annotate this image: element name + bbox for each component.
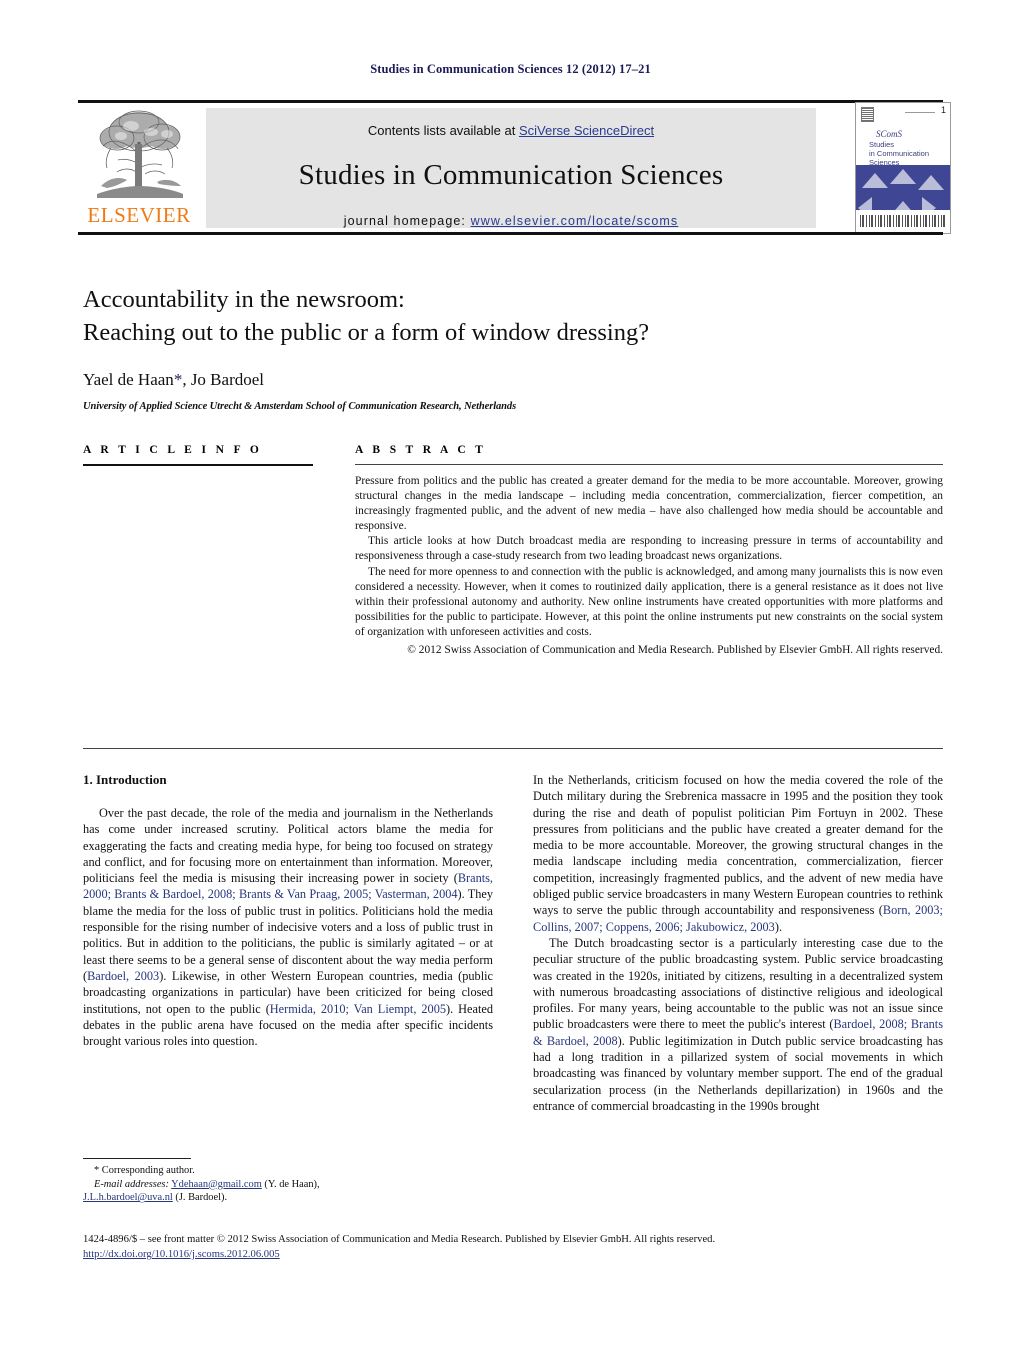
abstract-rule — [355, 464, 943, 465]
email-owner-2: (J. Bardoel). — [172, 1192, 228, 1204]
cover-footer — [856, 210, 950, 233]
barcode-icon — [860, 215, 946, 227]
abstract-bottom-rule — [83, 748, 943, 749]
footnote-rule — [83, 1158, 191, 1159]
footer-copyright-line: 1424-4896/$ – see front matter © 2012 Sw… — [83, 1234, 716, 1245]
article-info-heading: A R T I C L E I N F O — [83, 444, 263, 456]
email-label: E-mail addresses: — [94, 1178, 169, 1190]
title-block: Accountability in the newsroom: Reaching… — [83, 283, 943, 412]
abstract-heading: A B S T R A C T — [355, 444, 487, 456]
cover-arrow-up-icon — [890, 169, 916, 184]
page-title: Accountability in the newsroom: Reaching… — [83, 283, 943, 349]
abstract-paragraph: Pressure from politics and the public ha… — [355, 475, 943, 533]
author-names-rest: , Jo Bardoel — [182, 370, 264, 389]
cover-title-line2: in Communication — [869, 149, 930, 158]
journal-homepage-line: journal homepage: www.elsevier.com/locat… — [206, 214, 816, 228]
abstract-column: A B S T R A C T Pressure from politics a… — [355, 444, 943, 658]
footnote-block: * Corresponding author. E-mail addresses… — [83, 1158, 493, 1205]
citation-reference[interactable]: Bardoel, 2003 — [87, 969, 159, 983]
footnote-text: * Corresponding author. E-mail addresses… — [83, 1164, 493, 1205]
affiliation: University of Applied Science Utrecht & … — [83, 401, 517, 412]
title-line-2: Reaching out to the public or a form of … — [83, 319, 650, 346]
email-link-2[interactable]: J.L.h.bardoel@uva.nl — [83, 1192, 173, 1203]
masthead-panel: Contents lists available at SciVerse Sci… — [206, 108, 816, 228]
journal-cover-thumbnail: 1 SComS Studies in Communication Science… — [855, 102, 951, 234]
running-head: Studies in Communication Sciences 12 (20… — [370, 62, 651, 76]
journal-homepage-link[interactable]: www.elsevier.com/locate/scoms — [471, 214, 679, 228]
homepage-prefix: journal homepage: — [343, 214, 471, 228]
corresponding-author-note: * Corresponding author. — [94, 1165, 195, 1176]
email-owner-1: (Y. de Haan), — [261, 1178, 320, 1190]
body-paragraph: Over the past decade, the role of the me… — [83, 805, 493, 1049]
cover-arrow-up-icon — [862, 173, 888, 188]
abstract-paragraph: This article looks at how Dutch broadcas… — [355, 535, 943, 563]
abstract-paragraph: The need for more openness to and connec… — [355, 565, 943, 638]
body-column-right: In the Netherlands, criticism focused on… — [533, 772, 943, 1114]
title-line-1: Accountability in the newsroom: — [83, 286, 405, 313]
journal-title: Studies in Communication Sciences — [298, 159, 724, 191]
cover-title-line1: Studies — [869, 140, 895, 149]
contents-prefix: Contents lists available at — [367, 123, 519, 138]
email-link-1[interactable]: Ydehaan@gmail.com — [171, 1179, 262, 1190]
cover-issue-number: 1 — [940, 105, 946, 115]
page-footer: 1424-4896/$ – see front matter © 2012 Sw… — [83, 1232, 943, 1262]
article-info-column: A R T I C L E I N F O — [83, 444, 313, 466]
email-addresses-line: E-mail addresses: Ydehaan@gmail.com (Y. … — [83, 1178, 493, 1192]
cover-journal-title: Studies in Communication Sciences — [869, 140, 929, 167]
sciencedirect-link[interactable]: SciVerse ScienceDirect — [519, 123, 654, 138]
body-paragraph: The Dutch broadcasting sector is a parti… — [533, 935, 943, 1114]
text-run: ). — [774, 919, 783, 934]
body-paragraph: In the Netherlands, criticism focused on… — [533, 772, 943, 935]
body-column-left: 1. Introduction Over the past decade, th… — [83, 772, 493, 1049]
paper-page: Studies in Communication Sciences 12 (20… — [0, 0, 1021, 1351]
cover-scoms-logo: SComS — [876, 129, 903, 139]
article-info-rule — [83, 464, 313, 466]
author-list: Yael de Haan*, Jo Bardoel — [83, 370, 943, 390]
masthead-top-rule — [78, 100, 943, 103]
author-names: Yael de Haan — [83, 370, 174, 389]
section-heading-introduction: 1. Introduction — [83, 772, 167, 787]
contents-available-line: Contents lists available at SciVerse Sci… — [206, 123, 816, 138]
masthead-bottom-rule — [78, 232, 943, 235]
text-run: In the Netherlands, criticism focused on… — [533, 773, 943, 918]
abstract-body: Pressure from politics and the public ha… — [355, 474, 943, 658]
elsevier-logo: ELSEVIER — [81, 108, 197, 230]
cover-rule — [905, 112, 935, 113]
elsevier-wordmark: ELSEVIER — [87, 203, 191, 227]
elsevier-tree-icon — [87, 108, 191, 200]
email-addresses-line-2: J.L.h.bardoel@uva.nl (J. Bardoel). — [83, 1191, 493, 1205]
cover-arrow-up-icon — [918, 175, 944, 190]
abstract-copyright: © 2012 Swiss Association of Communicatio… — [407, 644, 943, 657]
journal-masthead: ELSEVIER Contents lists available at Sci… — [78, 100, 951, 235]
cover-publisher-icon — [861, 107, 874, 122]
cover-body: SComS Studies in Communication Sciences — [856, 129, 950, 233]
cover-header: 1 — [856, 103, 950, 129]
doi-link[interactable]: http://dx.doi.org/10.1016/j.scoms.2012.0… — [83, 1249, 280, 1260]
citation-reference[interactable]: Hermida, 2010; Van Liempt, 2005 — [270, 1002, 446, 1016]
text-run: Over the past decade, the role of the me… — [83, 806, 493, 886]
